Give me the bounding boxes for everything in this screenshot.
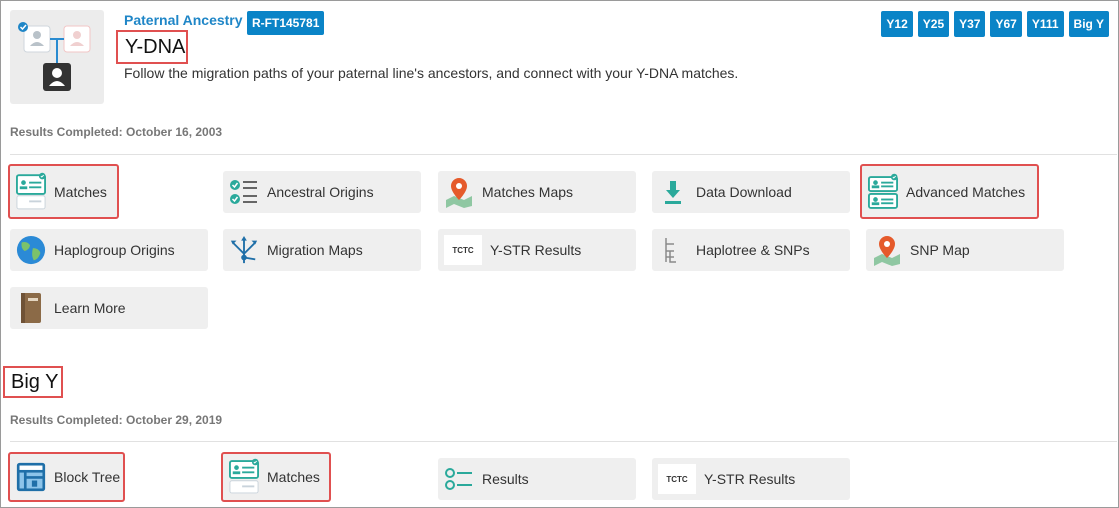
tile-label: SNP Map bbox=[910, 242, 970, 258]
advanced-matches-icon bbox=[868, 173, 898, 209]
book-icon bbox=[16, 293, 46, 323]
tile-matches[interactable]: Matches bbox=[8, 164, 119, 219]
tctc-text: TCTC bbox=[452, 245, 474, 255]
map-pin-icon bbox=[444, 177, 474, 208]
matches-card-icon bbox=[16, 172, 46, 209]
tile-learn-more[interactable]: Learn More bbox=[10, 287, 208, 329]
ydna-hero-icon bbox=[10, 10, 104, 104]
tile-label: Migration Maps bbox=[267, 242, 363, 258]
tile-bigy-ystr-results[interactable]: TCTC Y-STR Results bbox=[652, 458, 850, 500]
divider bbox=[10, 154, 1117, 155]
test-buttons: Y12 Y25 Y37 Y67 Y111 Big Y bbox=[881, 11, 1109, 37]
tile-ystr-results[interactable]: TCTC Y-STR Results bbox=[438, 229, 636, 271]
tile-label: Y-STR Results bbox=[490, 242, 582, 258]
divider bbox=[10, 441, 1117, 442]
tile-data-download[interactable]: Data Download bbox=[652, 171, 850, 213]
test-y111-button[interactable]: Y111 bbox=[1026, 11, 1064, 37]
ydna-description: Follow the migration paths of your pater… bbox=[124, 65, 739, 81]
tile-haplogroup-origins[interactable]: Haplogroup Origins bbox=[10, 229, 208, 271]
tile-ancestral-origins[interactable]: Ancestral Origins bbox=[223, 171, 421, 213]
tile-label: Haplotree & SNPs bbox=[696, 242, 810, 258]
tile-label: Matches bbox=[267, 469, 320, 485]
ydna-title: Y-DNA bbox=[116, 30, 188, 64]
tile-matches-maps[interactable]: Matches Maps bbox=[438, 171, 636, 213]
tctc-icon: TCTC bbox=[658, 464, 696, 494]
tile-label: Advanced Matches bbox=[906, 183, 1026, 200]
test-y37-button[interactable]: Y37 bbox=[954, 11, 986, 37]
tile-bigy-results[interactable]: Results bbox=[438, 458, 636, 500]
globe-icon bbox=[16, 235, 46, 265]
tree-icon bbox=[658, 235, 688, 265]
tctc-icon: TCTC bbox=[444, 235, 482, 265]
tile-label: Y-STR Results bbox=[704, 471, 796, 487]
map-pin-icon bbox=[872, 235, 902, 266]
results-list-icon bbox=[444, 464, 474, 494]
tile-label: Haplogroup Origins bbox=[54, 242, 175, 258]
haplogroup-badge[interactable]: R-FT145781 bbox=[247, 11, 325, 35]
tile-migration-maps[interactable]: Migration Maps bbox=[223, 229, 421, 271]
tctc-text: TCTC bbox=[666, 474, 688, 484]
test-bigy-button[interactable]: Big Y bbox=[1068, 11, 1109, 37]
download-icon bbox=[658, 177, 688, 207]
paternal-ancestry-label: Paternal Ancestry bbox=[124, 12, 243, 28]
test-y67-button[interactable]: Y67 bbox=[990, 11, 1022, 37]
tile-label: Matches bbox=[54, 183, 107, 200]
test-y12-button[interactable]: Y12 bbox=[881, 11, 913, 37]
bigy-results-completed: Results Completed: October 29, 2019 bbox=[10, 413, 223, 427]
block-tree-icon bbox=[16, 462, 46, 492]
migration-arrows-icon bbox=[229, 235, 259, 265]
test-y25-button[interactable]: Y25 bbox=[917, 11, 950, 37]
tile-label: Learn More bbox=[54, 300, 126, 316]
tile-snp-map[interactable]: SNP Map bbox=[866, 229, 1064, 271]
tile-label: Matches Maps bbox=[482, 184, 574, 200]
ydna-results-completed: Results Completed: October 16, 2003 bbox=[10, 125, 223, 139]
tile-haplotree-snps[interactable]: Haplotree & SNPs bbox=[652, 229, 850, 271]
matches-card-icon bbox=[229, 458, 259, 494]
tile-block-tree[interactable]: Block Tree bbox=[8, 452, 125, 502]
tile-label: Ancestral Origins bbox=[267, 184, 374, 200]
bigy-title: Big Y bbox=[3, 366, 63, 398]
tile-bigy-matches[interactable]: Matches bbox=[221, 452, 331, 502]
tile-label: Data Download bbox=[696, 184, 792, 200]
checklist-icon bbox=[229, 177, 259, 207]
tile-advanced-matches[interactable]: Advanced Matches bbox=[860, 164, 1039, 219]
tile-label: Results bbox=[482, 471, 529, 487]
tile-label: Block Tree bbox=[54, 469, 121, 485]
